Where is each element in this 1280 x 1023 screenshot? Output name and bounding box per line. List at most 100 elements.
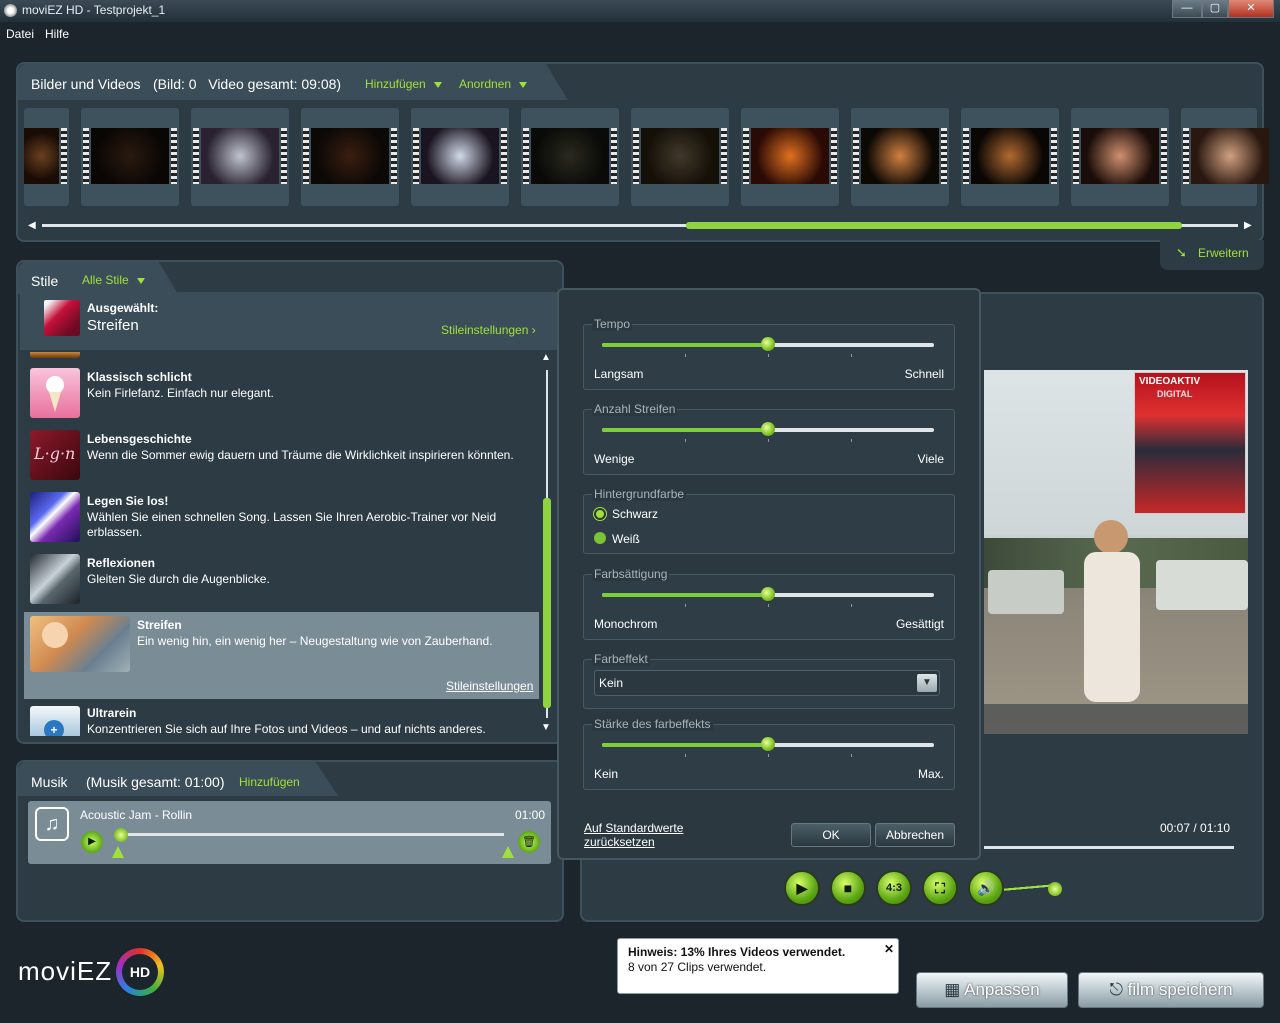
media-scroll-thumb[interactable] [686, 222, 1182, 229]
film-clip[interactable] [1181, 108, 1269, 206]
customize-button[interactable]: ▦ Anpassen [916, 972, 1068, 1008]
minimize-button[interactable]: — [1172, 0, 1202, 18]
color-effect-select[interactable]: Kein ▼ [594, 670, 940, 696]
style-name: Reflexionen [87, 556, 156, 570]
style-thumb [30, 554, 80, 604]
film-clip[interactable] [631, 108, 729, 206]
clip-thumbnail [1081, 128, 1159, 184]
film-sprocket [721, 128, 727, 184]
scroll-left-arrow-icon[interactable]: ◀ [28, 220, 36, 231]
film-clip[interactable] [81, 108, 179, 206]
stripes-slider[interactable] [602, 422, 934, 442]
film-clip[interactable] [301, 108, 399, 206]
style-name: Klassisch schlicht [87, 370, 192, 384]
selected-style-thumb [44, 300, 80, 336]
expand-button[interactable]: Erweitern [1198, 246, 1249, 260]
slider-knob[interactable] [761, 737, 775, 751]
scroll-up-arrow-icon[interactable]: ▲ [541, 352, 551, 363]
film-clip[interactable] [24, 108, 69, 206]
style-item-legen-sie-los[interactable]: Legen Sie los! Wählen Sie einen schnelle… [24, 488, 539, 550]
clip-thumbnail [751, 128, 829, 184]
style-settings-link[interactable]: Stileinstellungen › [441, 323, 536, 337]
film-clip[interactable] [851, 108, 949, 206]
close-button[interactable]: ✕ [1228, 0, 1274, 18]
slider-knob[interactable] [761, 422, 775, 436]
style-item-lebensgeschichte[interactable]: L·g·n Lebensgeschichte Wenn die Sommer e… [24, 426, 539, 488]
volume-knob[interactable] [1048, 882, 1062, 896]
tempo-slider[interactable] [602, 337, 934, 357]
radio-weiss[interactable] [594, 532, 606, 544]
tempo-label: Tempo [592, 317, 633, 331]
save-film-button[interactable]: ⎋ film speichern [1078, 972, 1264, 1008]
style-settings-dialog: Tempo Langsam Schnell Anzahl Streifen We… [557, 288, 981, 860]
style-item-streifen[interactable]: Streifen Ein wenig hin, ein wenig her – … [24, 612, 539, 699]
scroll-right-arrow-icon[interactable]: ▶ [1244, 220, 1252, 231]
menu-bar: Datei Hilfe [0, 22, 1280, 46]
menu-datei[interactable]: Datei [6, 27, 34, 41]
maximize-button[interactable]: ▢ [1202, 0, 1228, 18]
film-clip[interactable] [961, 108, 1059, 206]
cancel-button[interactable]: Abbrechen [875, 823, 955, 847]
saturation-group: Farbsättigung Monochrom Gesättigt [583, 567, 955, 640]
scroll-down-arrow-icon[interactable]: ▼ [541, 722, 551, 733]
trim-start-marker-icon[interactable] [112, 846, 124, 858]
style-settings-inline-link[interactable]: Stileinstellungen [446, 679, 533, 693]
style-item-reflexionen[interactable]: Reflexionen Gleiten Sie durch die Augenb… [24, 550, 539, 612]
style-thumb: L·g·n [30, 430, 80, 480]
music-note-icon: ♫ [35, 807, 69, 841]
stop-button[interactable]: ■ [830, 870, 866, 906]
volume-button[interactable]: 🔊 [968, 870, 1004, 906]
play-button[interactable]: ▶ [784, 870, 820, 906]
slider-tick [768, 754, 769, 757]
film-sprocket [853, 128, 859, 184]
style-item-klassisch[interactable]: Klassisch schlicht Kein Firlefanz. Einfa… [24, 364, 539, 426]
reset-defaults-link[interactable]: Auf Standardwerte zurücksetzen [584, 821, 714, 849]
style-desc: Ein wenig hin, ein wenig her – Neugestal… [137, 634, 493, 648]
delete-track-icon[interactable]: 🗑 [518, 831, 540, 853]
add-media-button[interactable]: Hinzufügen [365, 77, 442, 91]
arrange-button[interactable]: Anordnen [459, 77, 528, 91]
effect-strength-slider[interactable] [602, 737, 934, 757]
stripes-min: Wenige [594, 452, 635, 466]
radio-weiss-label: Weiß [612, 532, 640, 546]
style-thumb [30, 492, 80, 542]
stop-icon: ■ [843, 880, 853, 896]
dropdown-arrow-icon [136, 277, 145, 284]
film-sprocket [83, 128, 89, 184]
slider-knob[interactable] [761, 337, 775, 351]
film-clip[interactable] [1071, 108, 1169, 206]
film-clip[interactable] [521, 108, 619, 206]
style-thumb [30, 616, 130, 672]
slider-tick [851, 439, 852, 442]
effect-strength-label: Stärke des farbeffekts [592, 717, 713, 731]
trim-end-marker-icon[interactable] [502, 846, 514, 858]
stripes-group: Anzahl Streifen Wenige Viele [583, 402, 955, 475]
film-clip[interactable] [741, 108, 839, 206]
film-clip[interactable] [411, 108, 509, 206]
music-trim-track[interactable] [118, 833, 504, 836]
slider-knob[interactable] [761, 587, 775, 601]
menu-hilfe[interactable]: Hilfe [45, 27, 69, 41]
slider-tick [768, 439, 769, 442]
style-filter-dropdown[interactable]: Alle Stile [82, 273, 145, 287]
styles-scroll-thumb[interactable] [543, 498, 551, 708]
slider-tick [685, 604, 686, 607]
aspect-button[interactable]: 4:3 [876, 870, 912, 906]
music-position-knob[interactable] [114, 828, 128, 842]
style-item-ultrarein[interactable]: + Ultrarein Konzentrieren Sie sich auf I… [24, 700, 539, 736]
hint-close-icon[interactable]: ✕ [884, 942, 894, 956]
music-play-icon[interactable]: ▶ [81, 831, 103, 853]
slider-fill [602, 428, 768, 432]
fullscreen-button[interactable]: ⛶ [922, 870, 958, 906]
film-sprocket [391, 128, 397, 184]
add-music-button[interactable]: Hinzufügen [239, 775, 300, 789]
clip-thumbnail [531, 128, 609, 184]
preview-timeline[interactable] [984, 846, 1234, 849]
film-clip[interactable] [191, 108, 289, 206]
slider-tick [685, 754, 686, 757]
saturation-slider[interactable] [602, 587, 934, 607]
ok-button[interactable]: OK [791, 823, 871, 847]
dropdown-arrow-icon[interactable]: ▼ [917, 674, 937, 692]
radio-schwarz[interactable] [594, 508, 606, 520]
effect-strength-max: Max. [917, 767, 944, 781]
